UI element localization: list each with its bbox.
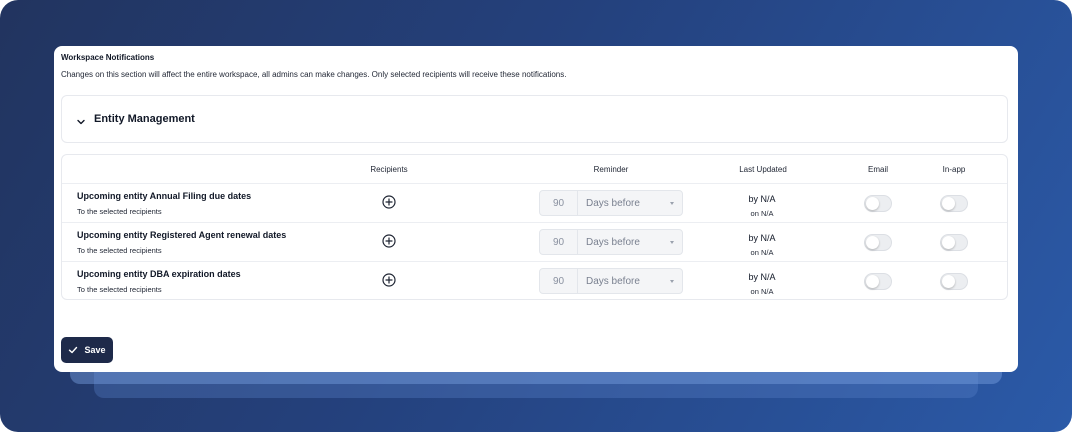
save-button-label: Save [84, 345, 106, 355]
notifications-card: Workspace Notifications Changes on this … [54, 46, 1018, 372]
updated-by: by N/A [748, 194, 776, 204]
reminder-unit-select[interactable]: Days before [578, 191, 682, 215]
reminder-unit-value: Days before [586, 197, 640, 209]
reminder-unit-value: Days before [586, 236, 640, 248]
dropdown-caret-icon [670, 241, 674, 244]
dropdown-caret-icon [670, 202, 674, 205]
dropdown-caret-icon [670, 280, 674, 283]
toggle-knob [942, 275, 955, 288]
inapp-toggle[interactable] [940, 273, 968, 290]
toggle-knob [942, 236, 955, 249]
updated-by: by N/A [748, 272, 776, 282]
header-last-updated: Last Updated [739, 165, 787, 174]
header-inapp: In-app [942, 165, 966, 174]
notification-title: Upcoming entity DBA expiration dates [77, 269, 241, 279]
notification-subtitle: To the selected recipients [77, 246, 162, 255]
email-toggle[interactable] [864, 195, 892, 212]
table-row: Upcoming entity Registered Agent renewal… [62, 223, 1007, 262]
reminder-days-input[interactable]: 90 [540, 269, 578, 293]
inapp-toggle[interactable] [940, 234, 968, 251]
page-title: Workspace Notifications [61, 53, 155, 62]
table-header: Recipients Reminder Last Updated Email I… [62, 155, 1007, 184]
section-title: Entity Management [94, 113, 195, 125]
section-entity-management-header[interactable]: Entity Management [61, 95, 1008, 143]
inapp-toggle[interactable] [940, 195, 968, 212]
header-recipients: Recipients [370, 165, 408, 174]
table-row: Upcoming entity Annual Filing due dates … [62, 184, 1007, 223]
header-reminder: Reminder [593, 165, 629, 174]
reminder-control: 90 Days before [539, 268, 683, 294]
add-recipient-icon[interactable] [382, 195, 396, 209]
header-email: Email [867, 165, 889, 174]
updated-on: on N/A [750, 209, 774, 218]
updated-by: by N/A [748, 233, 776, 243]
add-recipient-icon[interactable] [382, 234, 396, 248]
toggle-knob [866, 197, 879, 210]
updated-on: on N/A [750, 287, 774, 296]
toggle-knob [866, 236, 879, 249]
reminder-days-input[interactable]: 90 [540, 191, 578, 215]
reminder-control: 90 Days before [539, 190, 683, 216]
reminder-control: 90 Days before [539, 229, 683, 255]
reminder-unit-select[interactable]: Days before [578, 230, 682, 254]
email-toggle[interactable] [864, 273, 892, 290]
page-subtitle: Changes on this section will affect the … [61, 70, 567, 79]
reminder-days-input[interactable]: 90 [540, 230, 578, 254]
table-row: Upcoming entity DBA expiration dates To … [62, 262, 1007, 301]
notification-title: Upcoming entity Registered Agent renewal… [77, 230, 287, 240]
chevron-down-icon[interactable] [76, 114, 86, 125]
toggle-knob [866, 275, 879, 288]
notifications-table: Recipients Reminder Last Updated Email I… [61, 154, 1008, 300]
save-button[interactable]: Save [61, 337, 113, 363]
add-recipient-icon[interactable] [382, 273, 396, 287]
notification-subtitle: To the selected recipients [77, 207, 162, 216]
notification-subtitle: To the selected recipients [77, 285, 162, 294]
updated-on: on N/A [750, 248, 774, 257]
toggle-knob [942, 197, 955, 210]
reminder-unit-select[interactable]: Days before [578, 269, 682, 293]
background-frame: Workspace Notifications Changes on this … [0, 0, 1072, 432]
email-toggle[interactable] [864, 234, 892, 251]
reminder-unit-value: Days before [586, 275, 640, 287]
check-icon [69, 346, 78, 354]
notification-title: Upcoming entity Annual Filing due dates [77, 191, 252, 201]
